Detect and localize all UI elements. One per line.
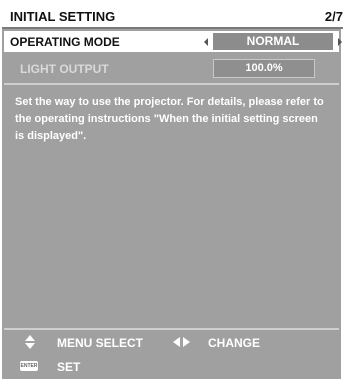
initial-setting-screen: INITIAL SETTING 2/7 OPERATING MODE NORMA… — [0, 0, 345, 381]
left-right-arrows-icon — [173, 337, 193, 349]
operating-mode-value[interactable]: NORMAL — [213, 33, 333, 50]
page-title: INITIAL SETTING — [10, 9, 116, 24]
settings-panel — [2, 29, 341, 379]
setting-label-operating-mode: OPERATING MODE — [10, 35, 120, 49]
setting-row-operating-mode[interactable]: OPERATING MODE NORMAL — [4, 31, 342, 52]
enter-key-icon: ENTER — [20, 361, 38, 371]
title-bar: INITIAL SETTING 2/7 — [2, 5, 343, 29]
left-arrow-icon[interactable] — [204, 38, 208, 46]
setting-row-light-output[interactable]: LIGHT OUTPUT 100.0% — [4, 58, 339, 78]
set-label: SET — [57, 360, 81, 374]
light-output-value[interactable]: 100.0% — [213, 59, 315, 78]
page-indicator: 2/7 — [324, 9, 343, 24]
description-text: Set the way to use the projector. For de… — [15, 96, 324, 142]
up-down-arrows-icon — [25, 335, 35, 349]
footer-divider — [4, 328, 339, 330]
right-arrow-icon[interactable] — [338, 38, 342, 46]
change-label: CHANGE — [208, 336, 261, 350]
divider — [4, 83, 339, 85]
setting-label-light-output: LIGHT OUTPUT — [20, 62, 109, 76]
menu-select-label: MENU SELECT — [57, 336, 144, 350]
